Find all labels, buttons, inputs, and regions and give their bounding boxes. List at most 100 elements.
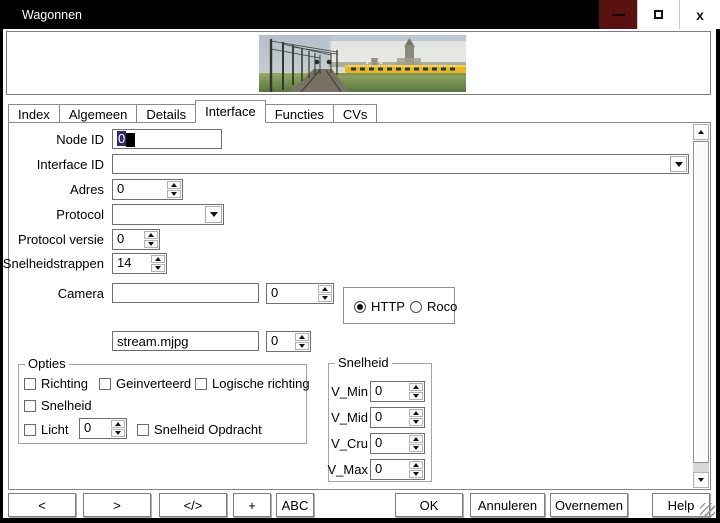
adres-spin-up-button[interactable] xyxy=(167,181,181,189)
protocol-combobox[interactable] xyxy=(112,204,224,225)
v-min-spin-down-button[interactable] xyxy=(409,392,423,400)
node-id-input[interactable]: 0 xyxy=(112,129,222,149)
scrollbar-thumb[interactable] xyxy=(693,141,709,463)
ok-button[interactable]: OK xyxy=(395,493,463,517)
snelheidstrappen-spin-down-button[interactable] xyxy=(151,264,165,272)
v-cru-value: 0 xyxy=(371,434,409,453)
camera-input[interactable] xyxy=(112,283,259,303)
v-min-spin-up-button[interactable] xyxy=(409,383,423,391)
snelheid-group: Snelheid V_Min 0 V_Mid 0 xyxy=(328,363,432,482)
scrollbar-track[interactable] xyxy=(693,463,709,472)
snelheidstrappen-value: 14 xyxy=(113,254,151,273)
interface-id-combobox[interactable] xyxy=(112,154,689,174)
scrollbar-down-button[interactable] xyxy=(693,472,709,488)
arrow-down-icon xyxy=(413,420,419,424)
arrow-down-icon xyxy=(171,192,177,196)
checkbox-icon xyxy=(99,378,111,390)
v-cru-label: V_Cru xyxy=(331,436,368,451)
checkbox-licht-label: Licht xyxy=(41,422,68,437)
arrow-up-icon xyxy=(698,130,704,134)
v-max-label: V_Max xyxy=(328,462,368,477)
close-button[interactable]: x xyxy=(679,0,720,29)
stream-index-spinner[interactable]: 0 xyxy=(266,331,311,352)
arrow-down-icon xyxy=(413,472,419,476)
camera-protocol-group: HTTP Roco xyxy=(343,287,455,324)
stream-input[interactable] xyxy=(112,331,259,351)
radio-roco[interactable]: Roco xyxy=(410,299,457,314)
checkbox-licht[interactable]: Licht xyxy=(24,422,68,437)
adres-spin-down-button[interactable] xyxy=(167,190,181,198)
arrow-down-icon xyxy=(155,266,161,270)
v-mid-spin-down-button[interactable] xyxy=(409,418,423,426)
interface-id-dropdown-button[interactable] xyxy=(670,156,687,172)
snelheidstrappen-spin-up-button[interactable] xyxy=(151,255,165,263)
camera-label: Camera xyxy=(58,286,104,301)
header-image-panel xyxy=(6,31,711,95)
arrow-up-icon xyxy=(413,437,419,441)
checkbox-snelheid[interactable]: Snelheid xyxy=(24,398,92,413)
v-max-spin-up-button[interactable] xyxy=(409,461,423,469)
text-caret xyxy=(126,133,135,147)
checkbox-icon xyxy=(24,424,36,436)
resize-grip[interactable] xyxy=(700,503,715,518)
code-button[interactable]: </> xyxy=(159,493,227,517)
protocol-dropdown-button[interactable] xyxy=(205,206,222,223)
tab-functies[interactable]: Functies xyxy=(265,104,334,123)
interface-tab-panel: Node ID Interface ID Adres Protocol Prot… xyxy=(8,122,711,490)
tab-details[interactable]: Details xyxy=(136,104,196,123)
abc-button[interactable]: ABC xyxy=(276,493,314,517)
radio-http[interactable]: HTTP xyxy=(354,299,405,314)
stream-index-spin-down-button[interactable] xyxy=(295,342,309,350)
v-cru-spin-down-button[interactable] xyxy=(409,444,423,452)
arrow-up-icon xyxy=(413,463,419,467)
camera-index-spinner[interactable]: 0 xyxy=(266,283,334,304)
checkbox-geinverteerd[interactable]: Geinverteerd xyxy=(99,376,191,391)
v-min-value: 0 xyxy=(371,382,409,401)
camera-index-spin-up-button[interactable] xyxy=(318,285,332,293)
protocol-versie-spin-up-button[interactable] xyxy=(144,231,158,239)
minimize-button[interactable] xyxy=(599,0,637,29)
checkbox-icon xyxy=(24,400,36,412)
tab-index[interactable]: Index xyxy=(8,104,60,123)
stream-index-spin-up-button[interactable] xyxy=(295,333,309,341)
train-photo xyxy=(259,35,466,92)
camera-index-spin-down-button[interactable] xyxy=(318,294,332,302)
v-max-spinner[interactable]: 0 xyxy=(370,459,425,480)
v-cru-spinner[interactable]: 0 xyxy=(370,433,425,454)
stream-index-value: 0 xyxy=(267,332,295,351)
arrow-up-icon xyxy=(148,233,154,237)
licht-spin-down-button[interactable] xyxy=(111,429,125,437)
scrollbar-up-button[interactable] xyxy=(693,124,709,140)
overnemen-button[interactable]: Overnemen xyxy=(550,493,628,517)
v-mid-label: V_Mid xyxy=(331,410,368,425)
tab-bar: Index Algemeen Details Interface Functie… xyxy=(8,100,376,123)
v-min-spinner[interactable]: 0 xyxy=(370,381,425,402)
arrow-up-icon xyxy=(413,385,419,389)
opties-group: Opties Richting Geinverteerd Logische ri… xyxy=(18,364,307,444)
protocol-versie-spinner[interactable]: 0 xyxy=(112,229,160,250)
v-mid-spinner[interactable]: 0 xyxy=(370,407,425,428)
vertical-scrollbar[interactable] xyxy=(693,124,709,488)
licht-spin-up-button[interactable] xyxy=(111,420,125,428)
tab-cvs[interactable]: CVs xyxy=(333,104,378,123)
checkbox-richting[interactable]: Richting xyxy=(24,376,88,391)
v-max-spin-down-button[interactable] xyxy=(409,470,423,478)
snelheidstrappen-spinner[interactable]: 14 xyxy=(112,253,167,274)
prev-button[interactable]: < xyxy=(8,493,76,517)
adres-spinner[interactable]: 0 xyxy=(112,179,183,200)
v-cru-spin-up-button[interactable] xyxy=(409,435,423,443)
add-button[interactable]: + xyxy=(233,493,271,517)
v-mid-spin-up-button[interactable] xyxy=(409,409,423,417)
checkbox-snelheid-opdracht[interactable]: Snelheid Opdracht xyxy=(137,422,262,437)
dialog-body: Index Algemeen Details Interface Functie… xyxy=(3,29,716,518)
tab-interface[interactable]: Interface xyxy=(195,100,266,123)
annuleren-button[interactable]: Annuleren xyxy=(470,493,545,517)
checkbox-logische-richting[interactable]: Logische richting xyxy=(195,376,310,391)
tab-algemeen[interactable]: Algemeen xyxy=(59,104,138,123)
maximize-button[interactable] xyxy=(637,0,679,29)
checkbox-geinverteerd-label: Geinverteerd xyxy=(116,376,191,391)
next-button[interactable]: > xyxy=(83,493,151,517)
protocol-versie-spin-down-button[interactable] xyxy=(144,240,158,248)
node-id-selected-text: 0 xyxy=(117,131,126,146)
licht-spinner[interactable]: 0 xyxy=(79,418,127,439)
